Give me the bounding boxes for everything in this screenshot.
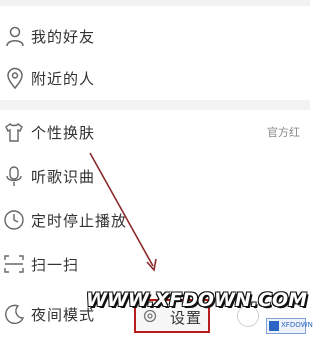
menu-item-friends[interactable]: 我的好友 [0, 14, 310, 58]
logo-mark-icon [269, 321, 279, 331]
moon-icon [5, 304, 25, 325]
clock-icon [4, 210, 24, 230]
watermark-text: WWW.XFDOWN.COM [86, 289, 308, 311]
menu-item-label: 听歌识曲 [31, 167, 96, 186]
menu-item-scan[interactable]: 扫一扫 [0, 242, 310, 286]
top-edge [0, 0, 310, 6]
menu-item-label: 个性换肤 [31, 123, 96, 142]
menu-item-label: 扫一扫 [31, 255, 80, 274]
menu-item-nearby[interactable]: 附近的人 [0, 56, 310, 100]
menu-item-label: 附近的人 [31, 69, 96, 88]
menu-item-song-recognition[interactable]: 听歌识曲 [0, 154, 310, 198]
tshirt-icon [5, 122, 23, 142]
watermark-logo: XFDOWN [266, 318, 313, 334]
section-divider [0, 100, 310, 110]
logo-text: XFDOWN [281, 321, 313, 329]
current-skin-value: 官方红 [267, 126, 300, 139]
microphone-icon [6, 166, 22, 186]
menu-item-sleep-timer[interactable]: 定时停止播放 [0, 198, 310, 242]
scan-icon [4, 255, 24, 273]
person-icon [6, 26, 24, 47]
menu-item-skin[interactable]: 个性换肤 官方红 [0, 110, 310, 154]
location-pin-icon [7, 67, 23, 89]
menu-item-label: 我的好友 [31, 27, 96, 46]
menu-item-label: 定时停止播放 [31, 211, 128, 230]
